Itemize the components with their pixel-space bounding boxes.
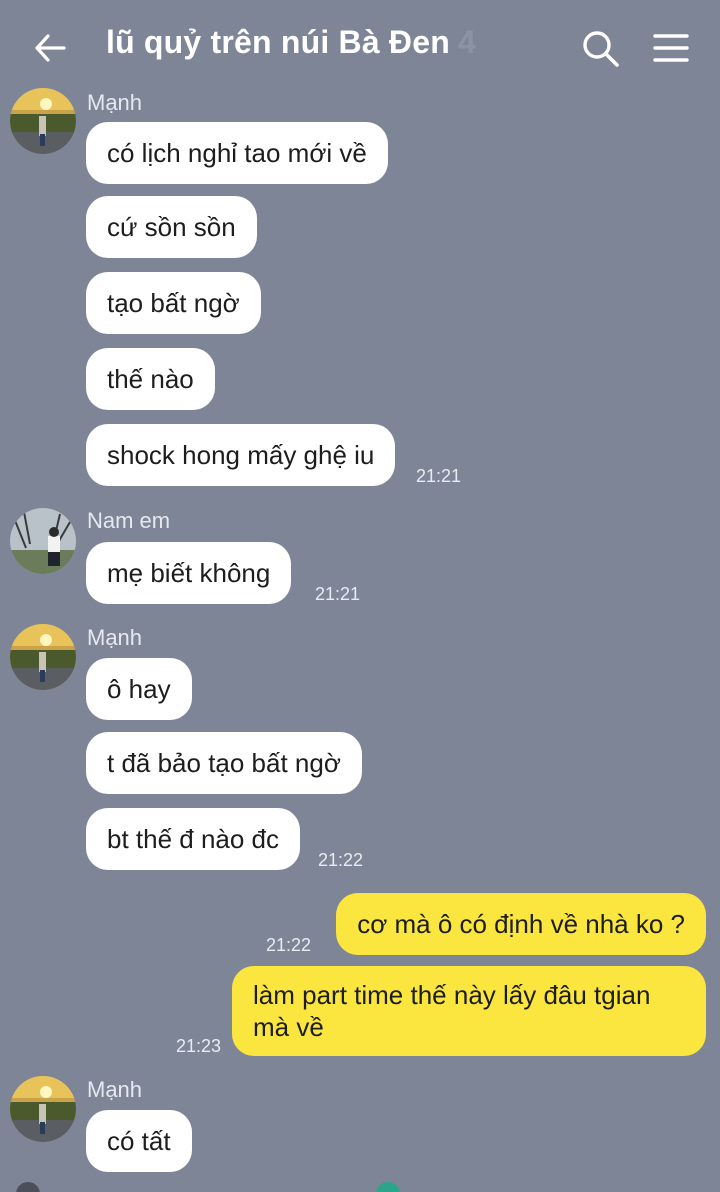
message-bubble[interactable]: shock hong mấy ghệ iu bbox=[86, 424, 396, 486]
avatar[interactable] bbox=[10, 1076, 76, 1142]
outgoing-message-bubble[interactable]: cơ mà ô có định về nhà ko ? bbox=[336, 893, 706, 955]
menu-icon bbox=[653, 34, 689, 62]
message-bubble[interactable]: t đã bảo tạo bất ngờ bbox=[86, 732, 362, 794]
message-bubble[interactable]: tạo bất ngờ bbox=[86, 272, 261, 334]
avatar-park-photo bbox=[10, 508, 76, 574]
message-timestamp: 21:22 bbox=[266, 935, 312, 955]
search-button[interactable] bbox=[580, 28, 622, 70]
message-timestamp: 21:22 bbox=[318, 850, 364, 870]
avatar[interactable] bbox=[10, 88, 76, 154]
sender-name: Mạnh bbox=[87, 625, 143, 650]
message-bubble[interactable]: mẹ biết không bbox=[86, 542, 292, 604]
avatar[interactable] bbox=[10, 624, 76, 690]
avatar-sunset-photo bbox=[10, 624, 76, 690]
avatar-sunset-photo bbox=[10, 1076, 76, 1142]
member-count: 4 bbox=[457, 24, 476, 60]
back-button[interactable] bbox=[30, 30, 70, 66]
message-bubble[interactable]: thế nào bbox=[86, 348, 215, 410]
group-name: lũ quỷ trên núi Bà Đen bbox=[106, 24, 450, 60]
sender-name: Mạnh bbox=[87, 1077, 143, 1102]
message-bubble[interactable]: bt thế đ nào đc bbox=[86, 808, 301, 870]
message-bubble[interactable]: có tất bbox=[86, 1110, 192, 1172]
avatar-sunset-photo bbox=[10, 88, 76, 154]
message-bubble[interactable]: ô hay bbox=[86, 658, 192, 720]
message-bubble[interactable]: cứ sồn sồn bbox=[86, 196, 257, 258]
message-timestamp: 21:21 bbox=[315, 584, 361, 604]
message-timestamp: 21:23 bbox=[176, 1036, 222, 1056]
partial-avatars-bottom bbox=[16, 1182, 400, 1192]
outgoing-message-bubble[interactable]: làm part time thế này lấy đâu tgian mà v… bbox=[232, 966, 706, 1056]
sender-name: Mạnh bbox=[87, 90, 143, 115]
message-bubble[interactable]: có lịch nghỉ tao mới về bbox=[86, 122, 388, 184]
search-icon bbox=[583, 31, 619, 67]
sender-name: Nam em bbox=[87, 508, 171, 533]
arrow-left-icon bbox=[35, 34, 66, 62]
chat-title[interactable]: lũ quỷ trên núi Bà Đen 4 bbox=[106, 24, 476, 61]
menu-button[interactable] bbox=[650, 28, 692, 70]
chat-header: lũ quỷ trên núi Bà Đen 4 bbox=[0, 0, 720, 96]
message-timestamp: 21:21 bbox=[416, 466, 462, 486]
avatar[interactable] bbox=[10, 508, 76, 574]
